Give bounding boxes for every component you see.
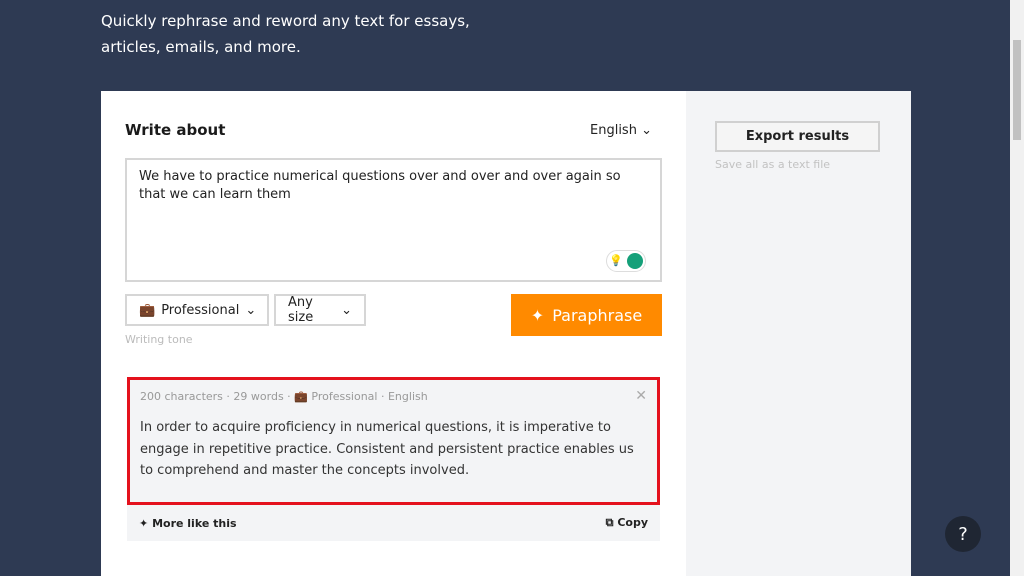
result-text: In order to acquire proficiency in numer… [140, 420, 634, 478]
word-count: 29 words [233, 390, 284, 403]
chevron-down-icon: ⌄ [341, 302, 352, 318]
tone-select[interactable]: 💼 Professional ⌄ [125, 294, 269, 326]
paraphraser-card: Write about English ⌄ We have to practic… [101, 91, 911, 576]
paraphrase-label: Paraphrase [552, 305, 643, 325]
more-like-this-button[interactable]: ✦ More like this [139, 517, 237, 530]
chevron-down-icon: ⌄ [245, 302, 257, 318]
page-subtitle: Quickly rephrase and reword any text for… [101, 12, 470, 56]
briefcase-icon: 💼 [139, 302, 156, 318]
language-label: English [590, 123, 637, 138]
copy-button[interactable]: ⧉ Copy [606, 516, 648, 530]
copy-label: Copy [617, 516, 648, 529]
more-label: More like this [152, 516, 237, 530]
tone-value: Professional [161, 302, 240, 318]
scrollbar-thumb[interactable] [1013, 40, 1021, 140]
grammarly-widget[interactable]: 💡 [606, 250, 646, 272]
export-panel: Export results Save all as a text file [686, 91, 911, 576]
write-about-title: Write about [125, 121, 226, 139]
export-results-button[interactable]: Export results [715, 121, 880, 152]
lightbulb-icon: 💡 [609, 254, 623, 267]
close-icon[interactable]: ✕ [635, 388, 647, 404]
scrollbar[interactable] [1010, 0, 1024, 576]
sparkle-icon: ✦ [530, 305, 545, 325]
briefcase-icon: 💼 [294, 390, 308, 403]
char-count: 200 characters [140, 390, 223, 403]
size-select[interactable]: Any size ⌄ [274, 294, 366, 326]
result-actions: ✦ More like this ⧉ Copy [127, 505, 660, 541]
text-input[interactable]: We have to practice numerical questions … [125, 158, 662, 282]
result-tone: Professional [311, 390, 378, 403]
result-card: 200 characters · 29 words · 💼 Profession… [127, 377, 660, 505]
size-value: Any size [288, 295, 314, 325]
export-hint: Save all as a text file [715, 158, 831, 171]
paraphrase-button[interactable]: ✦ Paraphrase [511, 294, 662, 336]
editor-panel: Write about English ⌄ We have to practic… [101, 91, 686, 576]
result-language: English [387, 390, 428, 403]
language-select[interactable]: English ⌄ [590, 123, 652, 138]
copy-icon: ⧉ [605, 516, 614, 529]
chevron-down-icon: ⌄ [641, 123, 652, 138]
sparkle-icon: ✦ [139, 516, 149, 530]
grammarly-icon [626, 253, 643, 269]
writing-tone-label: Writing tone [125, 333, 193, 346]
input-text: We have to practice numerical questions … [139, 169, 621, 202]
result-meta: 200 characters · 29 words · 💼 Profession… [140, 390, 428, 403]
help-button[interactable]: ? [945, 516, 981, 552]
